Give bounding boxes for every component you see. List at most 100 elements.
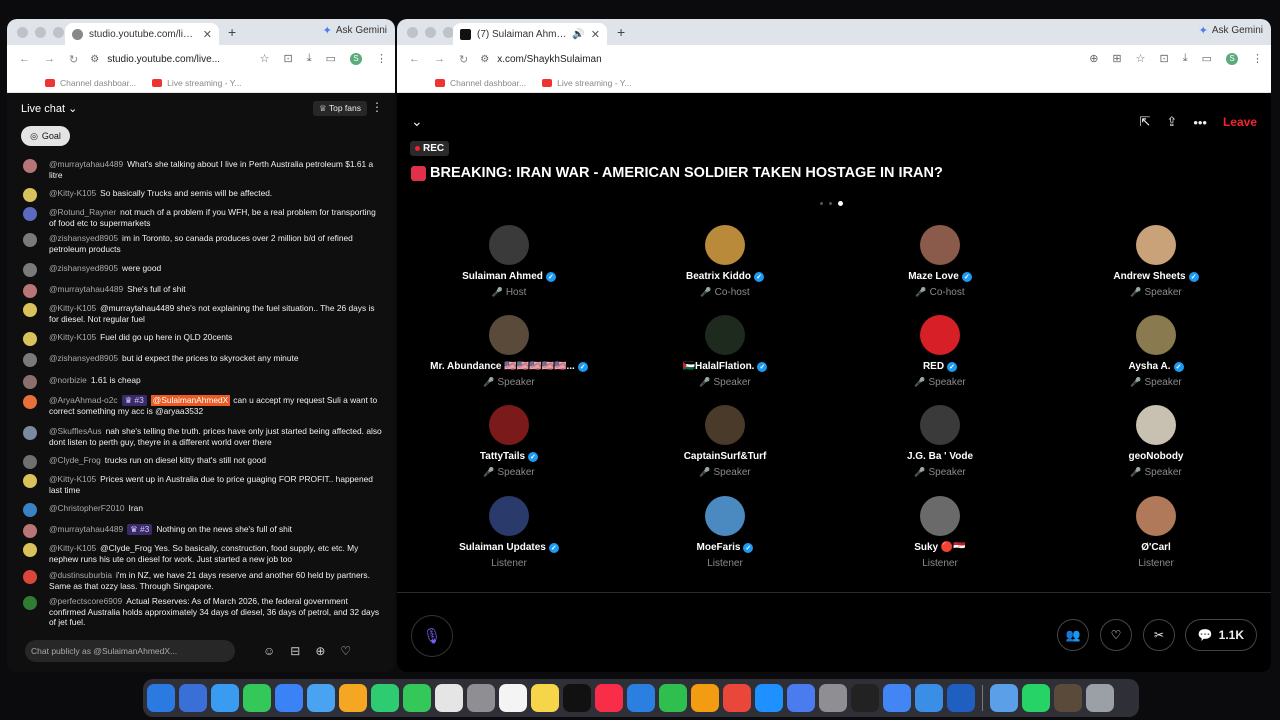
bookmark-star-icon[interactable]: ☆: [1136, 52, 1146, 65]
dock-app-icon[interactable]: [691, 684, 719, 712]
site-settings-icon[interactable]: ⚙: [90, 54, 99, 65]
participant[interactable]: Suky 🔴🇪🇬 Listener: [840, 496, 1040, 569]
chat-message[interactable]: @Kitty-K105 Prices went up in Australia d…: [23, 474, 383, 495]
url-field[interactable]: studio.youtube.com/live...: [107, 54, 220, 65]
tab-x-profile[interactable]: (7) Sulaiman Ahmed (@ShaykhSulaiman) / X…: [453, 23, 607, 45]
chat-username[interactable]: @Clyde_Frog: [49, 455, 101, 465]
dock-app-icon[interactable]: [371, 684, 399, 712]
user-avatar[interactable]: [23, 332, 37, 346]
dock-app-icon[interactable]: [563, 684, 591, 712]
live-chat-dropdown[interactable]: Live chat ⌄: [21, 102, 77, 115]
dock-app-icon[interactable]: [627, 684, 655, 712]
participants-icon[interactable]: 👥: [1057, 619, 1089, 651]
profile-avatar[interactable]: S: [1226, 52, 1238, 65]
participant[interactable]: Maze Love ✓ 🎤 Co-host: [840, 225, 1040, 298]
close-window-button[interactable]: [407, 26, 418, 38]
speaker-icon[interactable]: 🔊: [572, 29, 584, 40]
chat-message[interactable]: @Rotund_Rayner not much of a problem if y…: [23, 207, 383, 228]
dock-app-icon[interactable]: [499, 684, 527, 712]
participant-avatar[interactable]: [1136, 405, 1176, 445]
leave-button[interactable]: Leave: [1223, 115, 1257, 129]
goal-button[interactable]: ◎ Goal: [21, 126, 70, 146]
user-avatar[interactable]: [23, 426, 37, 440]
dock-app-icon[interactable]: [990, 684, 1018, 712]
user-avatar[interactable]: [23, 233, 37, 247]
add-icon[interactable]: ⊕: [315, 644, 325, 658]
emoji-icon[interactable]: ☺: [263, 644, 275, 658]
chat-message[interactable]: @Kitty-K105 @Clyde_Frog Yes. So basically…: [23, 543, 383, 564]
chat-username[interactable]: @SkufflesAus: [49, 426, 102, 436]
participant-avatar[interactable]: [705, 405, 745, 445]
react-heart-icon[interactable]: ♡: [1100, 619, 1132, 651]
bookmark-live-streaming[interactable]: Live streaming - Y...: [152, 78, 241, 88]
user-avatar[interactable]: [23, 159, 37, 173]
chat-username[interactable]: @ChristopherF2010: [49, 503, 125, 513]
chat-input[interactable]: Chat publicly as @SulaimanAhmedX...: [25, 640, 235, 662]
close-tab-icon[interactable]: ✕: [203, 28, 212, 41]
ask-gemini-button[interactable]: ✦ Ask Gemini: [1199, 24, 1263, 37]
chat-message[interactable]: @murraytahau4489 What's she talking about…: [23, 159, 383, 180]
dock-app-icon[interactable]: [723, 684, 751, 712]
participant-avatar[interactable]: [920, 405, 960, 445]
chat-username[interactable]: @zishansyed8905: [49, 353, 118, 363]
profile-avatar[interactable]: S: [350, 52, 362, 65]
dock-app-icon[interactable]: [595, 684, 623, 712]
download-icon[interactable]: ⤓: [307, 52, 312, 65]
participant[interactable]: Mr. Abundance 🇺🇸🇺🇸🇺🇸🇺🇸🇺🇸... ✓ 🎤 Speaker: [409, 315, 609, 388]
chat-message[interactable]: @Clyde_Frog trucks run on diesel kitty th…: [23, 455, 383, 469]
chat-message[interactable]: @dustinsuburbia i'm in NZ, we have 21 day…: [23, 570, 383, 591]
dock-app-icon[interactable]: [339, 684, 367, 712]
participant[interactable]: TattyTails ✓ 🎤 Speaker: [409, 405, 609, 478]
comments-button[interactable]: 💬 1.1K: [1184, 619, 1257, 651]
dock-app-icon[interactable]: [819, 684, 847, 712]
participant-avatar[interactable]: [1136, 225, 1176, 265]
chat-message[interactable]: @zishansyed8905 were good: [23, 263, 383, 277]
bookmark-channel-dashboard[interactable]: Channel dashboar...: [435, 78, 526, 88]
new-tab-button[interactable]: +: [228, 24, 236, 40]
dock-app-icon[interactable]: [1086, 684, 1114, 712]
dock-space-icon[interactable]: ⇱: [1140, 114, 1151, 130]
participant-avatar[interactable]: [920, 496, 960, 536]
chat-message[interactable]: @perfectscore6909 Actual Reserves: As of …: [23, 596, 383, 628]
dock-app-icon[interactable]: [1022, 684, 1050, 712]
participant-avatar[interactable]: [1136, 315, 1176, 355]
user-avatar[interactable]: [23, 375, 37, 389]
participant[interactable]: MoeFaris ✓ Listener: [625, 496, 825, 569]
dock-app-icon[interactable]: [531, 684, 559, 712]
participant[interactable]: CaptainSurf&Turf 🎤 Speaker: [625, 405, 825, 478]
extensions-icon[interactable]: ⊡: [284, 52, 293, 65]
chat-username[interactable]: @murraytahau4489: [49, 524, 123, 534]
chat-username[interactable]: @Rotund_Rayner: [49, 207, 116, 217]
chat-username[interactable]: @norbizie: [49, 375, 87, 385]
user-avatar[interactable]: [23, 596, 37, 610]
participant-avatar[interactable]: [705, 496, 745, 536]
chat-message[interactable]: @AryaAhmad-o2c ♛ #3 @SulaimanAhmedX can u a…: [23, 395, 383, 416]
dock-app-icon[interactable]: [659, 684, 687, 712]
dock-app-icon[interactable]: [467, 684, 495, 712]
super-chat-icon[interactable]: ⊟: [290, 644, 300, 658]
download-icon[interactable]: ⤓: [1183, 52, 1188, 65]
chat-username[interactable]: @dustinsuburbia: [49, 570, 112, 580]
extensions-icon[interactable]: ⊡: [1160, 52, 1169, 65]
ask-gemini-button[interactable]: ✦ Ask Gemini: [323, 24, 387, 37]
chat-username[interactable]: @Kitty-K105: [49, 474, 96, 484]
maximize-window-button[interactable]: [53, 26, 64, 38]
user-avatar[interactable]: [23, 284, 37, 298]
close-tab-icon[interactable]: ✕: [591, 28, 600, 41]
dock-app-icon[interactable]: [147, 684, 175, 712]
dock-app-icon[interactable]: [179, 684, 207, 712]
user-avatar[interactable]: [23, 395, 37, 409]
user-avatar[interactable]: [23, 455, 37, 469]
chat-username[interactable]: @zishansyed8905: [49, 233, 118, 243]
dock-app-icon[interactable]: [787, 684, 815, 712]
user-avatar[interactable]: [23, 207, 37, 221]
participant-avatar[interactable]: [489, 496, 529, 536]
dock-app-icon[interactable]: [851, 684, 879, 712]
share-icon[interactable]: ⇪: [1166, 114, 1177, 130]
dock-app-icon[interactable]: [1054, 684, 1082, 712]
chat-message[interactable]: @Kitty-K105 Fuel did go up here in QLD 20…: [23, 332, 383, 346]
zoom-icon[interactable]: ⊕: [1089, 52, 1098, 65]
clip-icon[interactable]: ✂: [1143, 619, 1175, 651]
participant[interactable]: RED ✓ 🎤 Speaker: [840, 315, 1040, 388]
chat-username[interactable]: @murraytahau4489: [49, 284, 123, 294]
